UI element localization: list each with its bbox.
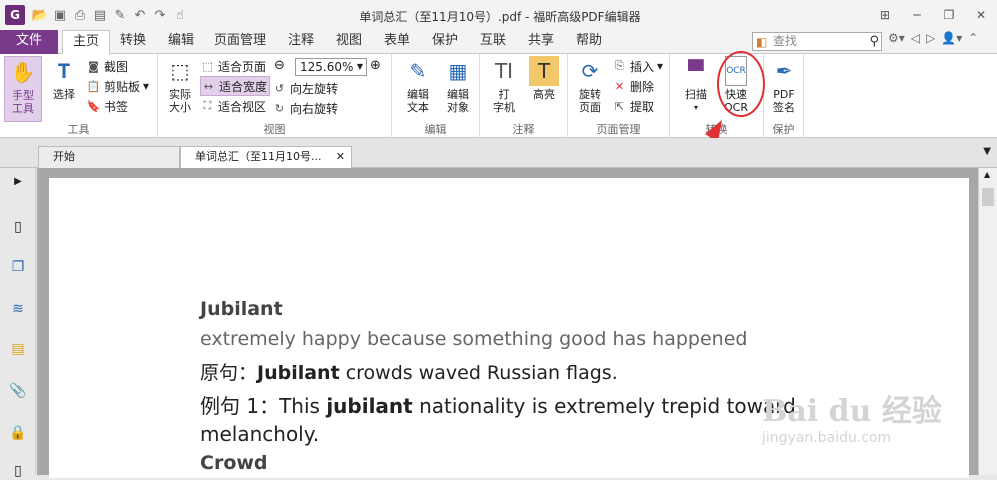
- example-sentence: 例句 1：This jubilant nationality is extrem…: [200, 394, 796, 418]
- left-nav-panel: ▶ ▯ ❐ ≋ ▤ 📎 🔒 ▯: [0, 168, 36, 479]
- pages-icon[interactable]: ▯: [9, 218, 27, 236]
- word-heading-2: Crowd: [200, 452, 268, 474]
- original-sentence: 原句：Jubilant crowds waved Russian flags.: [200, 362, 618, 384]
- document-icon[interactable]: ▯: [9, 462, 27, 480]
- word-heading: Jubilant: [200, 298, 283, 320]
- lock-icon[interactable]: 🔒: [9, 424, 27, 442]
- comments-icon[interactable]: ▤: [9, 340, 27, 358]
- scroll-up-icon[interactable]: ▲: [984, 170, 990, 179]
- document-tab-bar: 开始 单词总汇（至11月10号... ✕ ▼: [0, 138, 997, 168]
- definition-line: extremely happy because something good h…: [200, 328, 748, 350]
- vertical-scrollbar[interactable]: ▲: [978, 168, 997, 475]
- scroll-thumb[interactable]: [982, 188, 994, 206]
- expand-panel-icon[interactable]: ▶: [9, 172, 27, 190]
- highlight-circle: [717, 51, 765, 117]
- doc-tab-start[interactable]: 开始: [38, 146, 180, 168]
- layers-icon[interactable]: ❐: [9, 258, 27, 276]
- stack-icon[interactable]: ≋: [9, 300, 27, 318]
- attachment-icon[interactable]: 📎: [9, 382, 27, 400]
- watermark-url: jingyan.baidu.com: [762, 430, 892, 446]
- doc-tab-document[interactable]: 单词总汇（至11月10号... ✕: [180, 146, 352, 168]
- watermark-logo: Bai du 经验: [762, 394, 942, 429]
- example-continuation: melancholy.: [200, 422, 320, 446]
- close-tab-icon[interactable]: ✕: [336, 147, 345, 167]
- tab-list-icon[interactable]: ▼: [983, 146, 991, 157]
